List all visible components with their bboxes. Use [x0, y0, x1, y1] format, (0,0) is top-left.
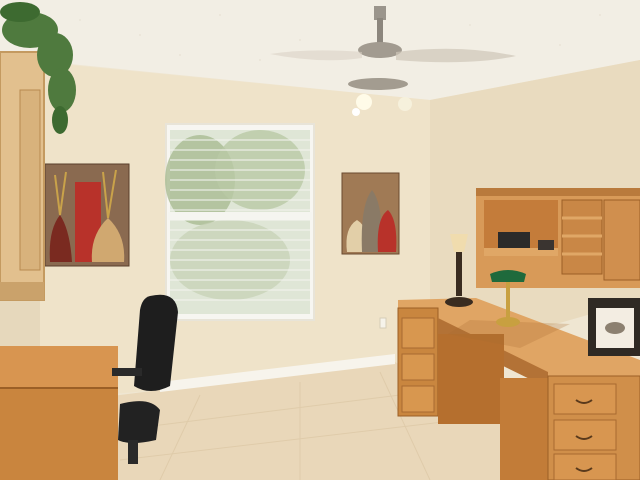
wall-outlet: [379, 317, 387, 329]
room-scene: [0, 0, 640, 480]
painting-vases-left: [44, 163, 130, 267]
tall-cabinet-left: [0, 51, 45, 301]
painting-vases-right: [341, 172, 400, 255]
photo-frame-icon: [588, 298, 640, 356]
room-photo: [0, 0, 640, 480]
left-desk-corner: [0, 346, 118, 480]
window: [165, 123, 315, 321]
